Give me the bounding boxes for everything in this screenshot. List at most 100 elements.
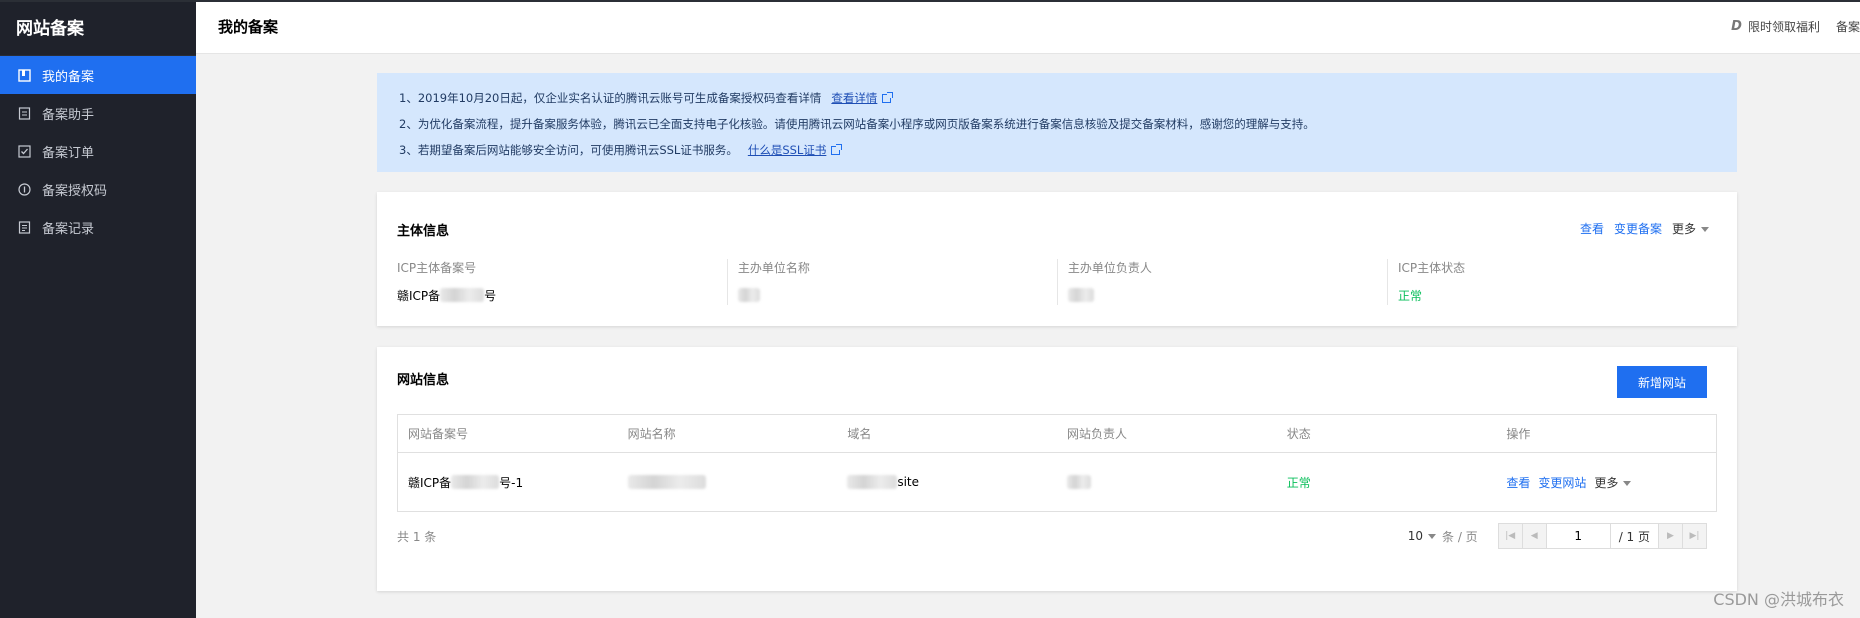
column-header: 网站名称 [627, 427, 676, 441]
redacted-value [737, 288, 760, 302]
change-website-link[interactable]: 变更网站 [1538, 474, 1586, 491]
gift-icon: D [1731, 19, 1742, 34]
view-subject-link[interactable]: 查看 [1580, 220, 1604, 237]
redacted-value [1067, 288, 1094, 302]
external-link-icon [882, 92, 894, 103]
sidebar-item-auth-code[interactable]: 备案授权码 [0, 170, 196, 208]
change-filing-link[interactable]: 变更备案 [1614, 220, 1662, 237]
total-pages: / 1 页 [1618, 529, 1650, 544]
domain-suffix: site [897, 475, 920, 489]
watermark: CSDN @洪城布衣 [1713, 590, 1844, 609]
more-label: 更多 [1594, 475, 1619, 490]
redacted-value [1067, 475, 1092, 489]
prev-page-icon[interactable]: ◀ [1522, 524, 1547, 548]
website-info-card: 网站信息 新增网站 网站备案号 网站名称 域名 网站负责人 状态 操作 赣ICP… [377, 347, 1737, 591]
sidebar-item-my-filings[interactable]: 我的备案 [0, 56, 196, 94]
page-navigator: |◀ ◀ / 1 页 ▶ ▶| [1497, 523, 1707, 549]
icp-suffix: 号 [484, 288, 497, 303]
filing-link[interactable]: 备案 [1836, 18, 1860, 35]
notice-line-1-text: 1、2019年10月20日起，仅企业实名认证的腾讯云账号可生成备案授权码查看详情 [399, 91, 822, 105]
notice-line-3: 3、若期望备案后网站能够安全访问，可使用腾讯云SSL证书服务。 什么是SSL证书 [399, 137, 1715, 163]
field-organizer-name: 主办单位名称 [726, 259, 1057, 305]
subject-info-title: 主体信息 [397, 224, 450, 239]
page-size-select[interactable]: 10 [1408, 529, 1436, 543]
chevron-down-icon [1623, 480, 1632, 486]
sidebar-item-label: 备案助手 [42, 107, 95, 123]
book-icon [18, 68, 31, 82]
record-icon [18, 220, 31, 234]
field-label: 主办单位负责人 [1067, 261, 1152, 275]
number-circle-icon [18, 182, 31, 196]
page-number-input[interactable] [1546, 524, 1611, 548]
promo-link[interactable]: 限时领取福利 [1748, 18, 1820, 35]
more-label: 更多 [1671, 222, 1696, 236]
cell-actions: 查看 变更网站 更多 [1496, 474, 1716, 491]
record-prefix: 赣ICP备 [408, 475, 452, 490]
notice-line-1: 1、2019年10月20日起，仅企业实名认证的腾讯云账号可生成备案授权码查看详情… [399, 85, 1715, 111]
column-header: 域名 [847, 427, 872, 441]
page-title: 我的备案 [218, 18, 279, 36]
header-links: D 限时领取福利 备案 [1731, 18, 1860, 35]
sidebar-item-label: 备案记录 [42, 221, 95, 237]
ssl-info-link[interactable]: 什么是SSL证书 [748, 143, 827, 157]
subject-info-card: 主体信息 查看 变更备案 更多 ICP主体备案号 赣ICP备 号 主办单位名称 主… [377, 192, 1737, 326]
next-page-icon[interactable]: ▶ [1658, 524, 1682, 548]
icp-prefix: 赣ICP备 [397, 288, 441, 303]
chevron-down-icon [1701, 227, 1709, 232]
view-details-link[interactable]: 查看详情 [831, 91, 877, 105]
field-organizer-principal: 主办单位负责人 [1056, 259, 1387, 305]
column-header: 网站负责人 [1067, 427, 1128, 441]
sidebar-item-label: 备案订单 [42, 145, 95, 161]
subject-info-grid: ICP主体备案号 赣ICP备 号 主办单位名称 主办单位负责人 ICP主体状态 正… [397, 259, 1717, 305]
chevron-down-icon [1428, 533, 1436, 539]
notice-line-3-text: 3、若期望备案后网站能够安全访问，可使用腾讯云SSL证书服务。 [399, 143, 738, 157]
website-info-title: 网站信息 [397, 373, 450, 388]
cell-domain: site [837, 475, 1057, 489]
more-dropdown[interactable]: 更多 [1594, 474, 1632, 491]
external-link-icon [831, 144, 843, 155]
sidebar-item-filing-records[interactable]: 备案记录 [0, 208, 196, 246]
sidebar-item-label: 备案授权码 [42, 183, 108, 199]
add-website-button[interactable]: 新增网站 [1617, 366, 1707, 398]
total-count: 共 1 条 [397, 529, 437, 544]
field-value [1067, 287, 1387, 303]
sidebar-item-filing-assistant[interactable]: 备案助手 [0, 94, 196, 132]
pagination-controls: 10 条 / 页 |◀ ◀ / 1 页 ▶ ▶| [1408, 523, 1707, 549]
redacted-value [627, 475, 706, 489]
redacted-value [451, 475, 500, 489]
column-header: 操作 [1506, 427, 1531, 441]
status-badge: 正常 [1397, 288, 1422, 303]
field-label: ICP主体备案号 [397, 261, 477, 275]
last-page-icon[interactable]: ▶| [1682, 524, 1706, 548]
record-suffix: 号-1 [499, 475, 524, 490]
sidebar-item-filing-orders[interactable]: 备案订单 [0, 132, 196, 170]
redacted-value [847, 475, 898, 489]
cell-site-name [618, 475, 838, 489]
subject-actions: 查看 变更备案 更多 [1570, 220, 1709, 237]
field-icp-status: ICP主体状态 正常 [1386, 259, 1717, 305]
status-badge: 正常 [1286, 475, 1311, 490]
view-website-link[interactable]: 查看 [1506, 474, 1530, 491]
sidebar-item-label: 我的备案 [42, 69, 95, 85]
field-value [737, 287, 1057, 303]
checkbox-icon [18, 144, 31, 158]
cell-record-number: 赣ICP备 号-1 [398, 474, 618, 491]
pagination: 共 1 条 10 条 / 页 |◀ ◀ / 1 页 ▶ ▶| [397, 523, 1717, 549]
more-dropdown[interactable]: 更多 [1672, 220, 1709, 237]
field-label: ICP主体状态 [1397, 261, 1466, 275]
document-icon [18, 106, 31, 120]
page-size-unit: 条 / 页 [1442, 529, 1478, 544]
sidebar: 网站备案 我的备案 备案助手 备案订单 备案授权码 备案记录 [0, 0, 196, 618]
column-header: 状态 [1286, 427, 1311, 441]
redacted-value [440, 288, 485, 302]
column-header: 网站备案号 [408, 427, 469, 441]
page-size-value: 10 [1407, 529, 1423, 543]
field-icp-number: ICP主体备案号 赣ICP备 号 [397, 259, 727, 305]
sidebar-title: 网站备案 [0, 0, 196, 56]
cell-site-principal [1057, 475, 1277, 489]
table-header: 网站备案号 网站名称 域名 网站负责人 状态 操作 [398, 415, 1716, 453]
table-row: 赣ICP备 号-1 site 正常 查看 变更网站 更多 [398, 453, 1716, 511]
field-label: 主办单位名称 [737, 261, 810, 275]
first-page-icon[interactable]: |◀ [1498, 524, 1523, 548]
notice-banner: 1、2019年10月20日起，仅企业实名认证的腾讯云账号可生成备案授权码查看详情… [377, 73, 1737, 172]
